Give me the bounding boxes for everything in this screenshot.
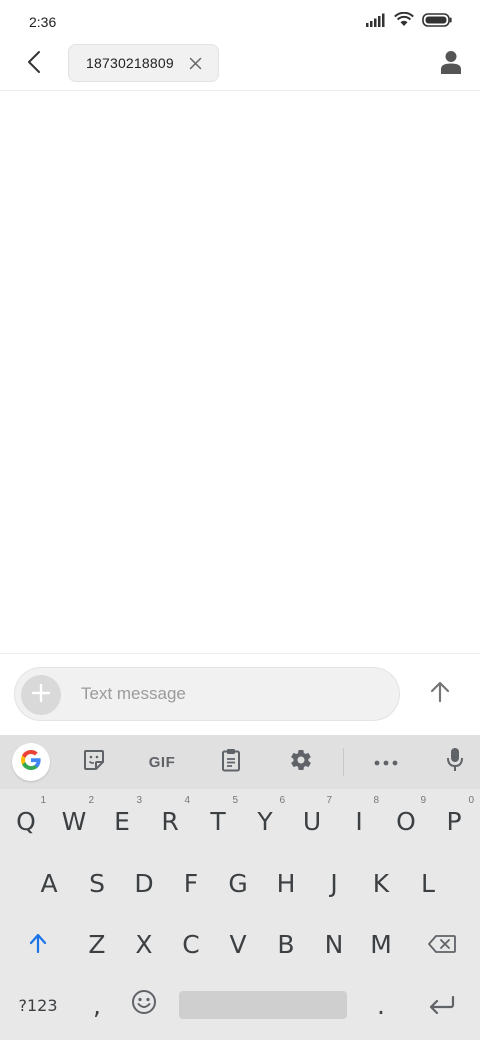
key-row-4: ?123 , .: [0, 975, 480, 1035]
wifi-icon: [394, 11, 414, 32]
send-button[interactable]: [423, 677, 457, 711]
key-row-2: A S D F G H J K L: [0, 853, 480, 913]
emoji-key[interactable]: [120, 975, 168, 1035]
more-button[interactable]: [370, 744, 402, 780]
symbols-key[interactable]: ?123: [14, 975, 62, 1035]
settings-button[interactable]: [285, 744, 317, 780]
key-r[interactable]: R4: [146, 791, 194, 851]
key-g[interactable]: G: [214, 853, 262, 913]
key-h[interactable]: H: [262, 853, 310, 913]
key-y[interactable]: Y6: [241, 791, 289, 851]
period-key[interactable]: .: [357, 975, 405, 1035]
status-icons: [366, 11, 452, 32]
messaging-screen: 2:36 18730218809 Text message GIF Q 1 W …: [0, 0, 480, 1040]
shift-arrow-icon: [29, 930, 47, 959]
person-icon: [441, 50, 461, 79]
mic-icon: [446, 747, 464, 778]
key-q[interactable]: Q1: [2, 791, 50, 851]
message-thread: [0, 92, 480, 652]
arrow-up-icon: [430, 681, 450, 708]
enter-icon: [429, 991, 455, 1020]
plus-icon: [31, 683, 51, 708]
clipboard-button[interactable]: [216, 744, 246, 780]
key-j[interactable]: J: [310, 853, 358, 913]
gear-icon: [289, 748, 313, 777]
google-search-button[interactable]: [12, 743, 50, 781]
recipient-chip[interactable]: 18730218809: [68, 44, 219, 82]
space-bar[interactable]: [179, 991, 347, 1019]
signal-icon: [366, 13, 386, 32]
backspace-icon: [428, 930, 456, 959]
key-u[interactable]: U7: [288, 791, 336, 851]
more-icon: [374, 753, 398, 771]
compose-divider: [0, 653, 480, 654]
key-t[interactable]: T5: [194, 791, 242, 851]
key-w[interactable]: W2: [50, 791, 98, 851]
shift-key[interactable]: [14, 914, 62, 974]
compose-box: [14, 667, 400, 721]
enter-key[interactable]: [418, 975, 466, 1035]
back-button[interactable]: [20, 50, 48, 78]
status-time: 2:36: [29, 14, 57, 30]
key-f[interactable]: F: [167, 853, 215, 913]
key-c[interactable]: C: [167, 914, 215, 974]
key-row-3: Z X C V B N M: [0, 914, 480, 974]
key-l[interactable]: L: [404, 853, 452, 913]
key-v[interactable]: V: [214, 914, 262, 974]
gif-button[interactable]: GIF: [142, 744, 182, 780]
key-row-1: Q1 W2 E3 R4 T5 Y6 U7 I8 O9 P0: [0, 791, 480, 851]
voice-input-button[interactable]: [440, 744, 470, 780]
key-x[interactable]: X: [120, 914, 168, 974]
key-o[interactable]: O9: [382, 791, 430, 851]
conversation-header: 18730218809: [0, 44, 480, 91]
recipient-number: 18730218809: [86, 55, 174, 71]
status-bar: 2:36: [0, 0, 480, 44]
close-icon[interactable]: [189, 57, 202, 70]
sticker-button[interactable]: [78, 744, 110, 780]
google-icon: [19, 748, 43, 777]
backspace-key[interactable]: [418, 914, 466, 974]
message-input[interactable]: [81, 668, 381, 720]
battery-icon: [422, 12, 452, 32]
toolbar-divider: [343, 748, 344, 776]
key-p[interactable]: P0: [430, 791, 478, 851]
sticker-icon: [83, 749, 105, 776]
keyboard: GIF Q 1 W 2 E 3 R 4 T 5 Y 6 U 7 I 8 O 9 …: [0, 735, 480, 1040]
key-s[interactable]: S: [73, 853, 121, 913]
keyboard-toolbar: GIF: [0, 735, 480, 789]
key-z[interactable]: Z: [73, 914, 121, 974]
clipboard-icon: [221, 748, 241, 777]
add-attachment-button[interactable]: [21, 675, 61, 715]
key-m[interactable]: M: [357, 914, 405, 974]
key-a[interactable]: A: [25, 853, 73, 913]
key-i[interactable]: I8: [335, 791, 383, 851]
gif-label: GIF: [148, 753, 176, 771]
comma-key[interactable]: ,: [73, 975, 121, 1035]
key-b[interactable]: B: [262, 914, 310, 974]
emoji-icon: [131, 989, 157, 1021]
key-d[interactable]: D: [120, 853, 168, 913]
back-arrow-icon: [27, 50, 41, 79]
key-k[interactable]: K: [357, 853, 405, 913]
contact-button[interactable]: [438, 50, 464, 78]
key-e[interactable]: E3: [98, 791, 146, 851]
key-n[interactable]: N: [310, 914, 358, 974]
